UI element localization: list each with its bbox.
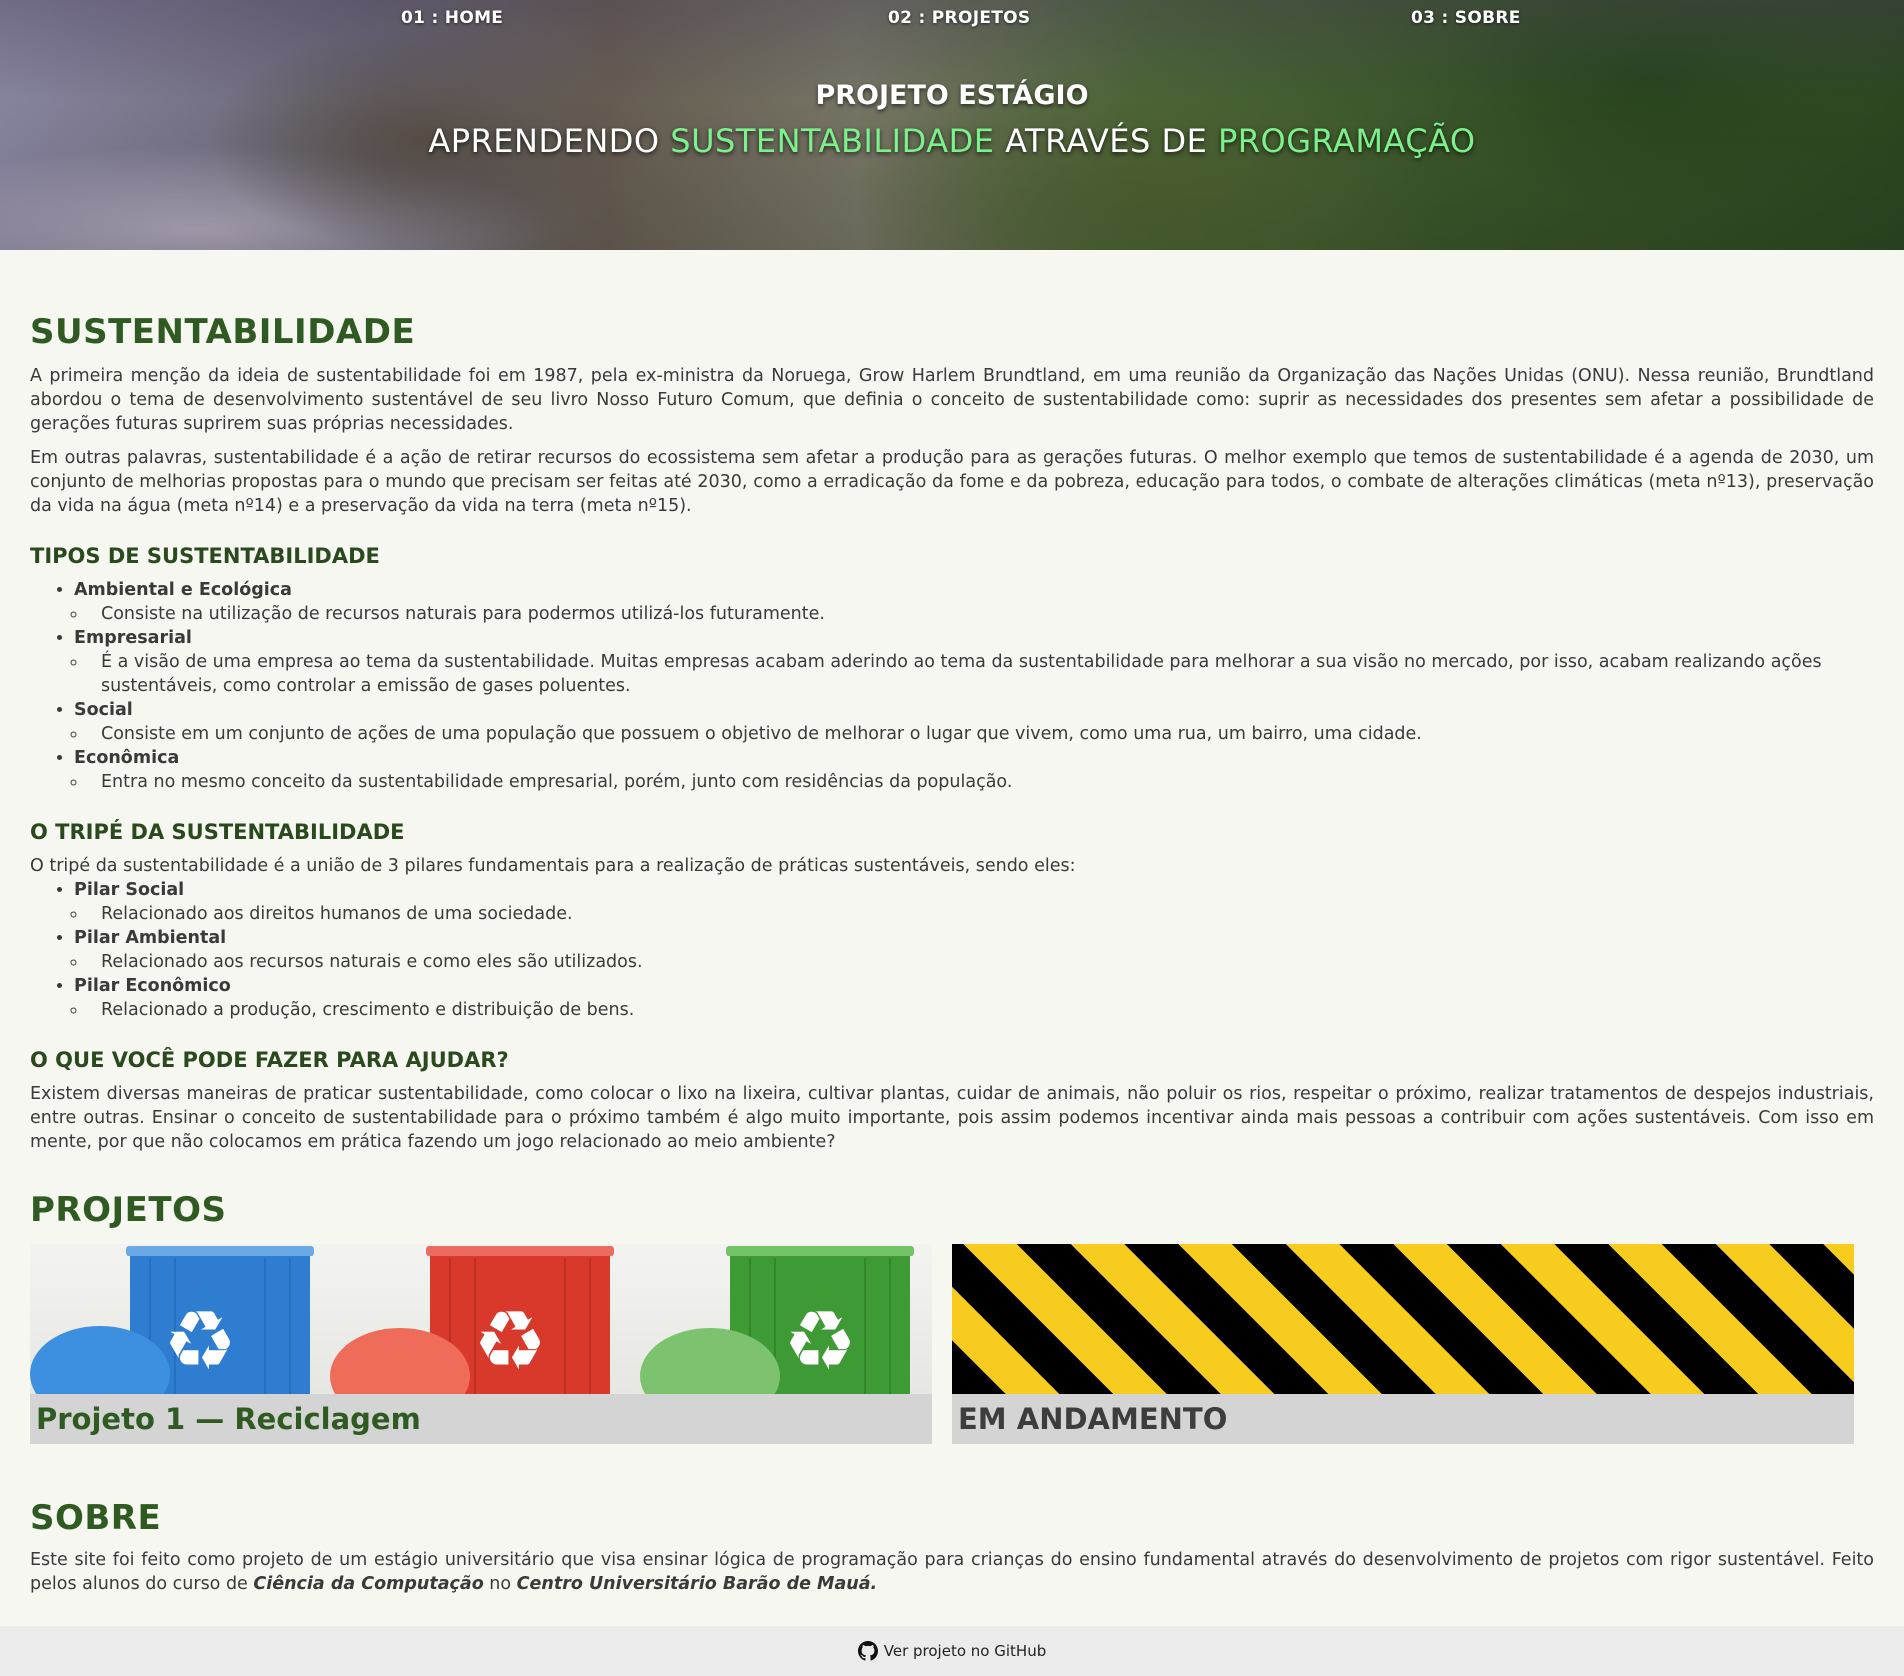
project-card-label[interactable]: Projeto 1 — Reciclagem [36, 1402, 421, 1436]
hero-subtitle: PROJETO ESTÁGIO [815, 80, 1089, 111]
subheading-tripe: O TRIPÉ DA SUSTENTABILIDADE [30, 820, 405, 844]
tipo-title: Empresarial [74, 628, 192, 648]
nav-link-projetos[interactable]: 02 : PROJETOS [888, 8, 1030, 28]
recycling-bins-illustration: ♻ ♻ ♻ [30, 1246, 914, 1394]
sobre-paragraph: Este site foi feito como projeto de um e… [30, 1548, 1874, 1596]
project-card-reciclagem[interactable]: ♻ ♻ ♻ Projeto 1 — Reciclagem [30, 1244, 932, 1444]
project-card-em-andamento: EM ANDAMENTO [952, 1244, 1854, 1444]
list-item: Social Consiste em um conjunto de ações … [74, 698, 1874, 746]
caution-stripes-image [952, 1244, 1854, 1394]
tipo-desc: Entra no mesmo conceito da sustentabilid… [87, 770, 1874, 794]
nav-link-home[interactable]: 01 : HOME [401, 8, 503, 28]
nav-link-sobre[interactable]: 03 : SOBRE [1411, 8, 1521, 28]
pilar-desc: Relacionado aos recursos naturais e como… [87, 950, 1874, 974]
svg-text:♻: ♻ [783, 1294, 857, 1389]
tripe-intro: O tripé da sustentabilidade é a união de… [30, 856, 1076, 876]
section-heading-sustentabilidade: SUSTENTABILIDADE [30, 312, 416, 352]
hero-title-part2: ATRAVÉS DE [994, 122, 1218, 160]
pilar-desc: Relacionado aos direitos humanos de uma … [87, 902, 1874, 926]
hero-title: APRENDENDO SUSTENTABILIDADE ATRAVÉS DE P… [0, 122, 1904, 160]
section-sustentabilidade: SUSTENTABILIDADE A primeira menção da id… [30, 312, 1874, 1154]
page-footer: Ver projeto no GitHub [0, 1626, 1904, 1676]
tipo-desc: Consiste em um conjunto de ações de uma … [87, 722, 1874, 746]
hero-banner: 01 : HOME 02 : PROJETOS 03 : SOBRE PROJE… [0, 0, 1904, 250]
pilar-title: Pilar Ambiental [74, 928, 227, 948]
tipo-title: Social [74, 700, 133, 720]
ajudar-paragraph: Existem diversas maneiras de praticar su… [30, 1084, 1874, 1152]
tripe-list: Pilar Social Relacionado aos direitos hu… [30, 878, 1874, 1022]
list-item: Empresarial É a visão de uma empresa ao … [74, 626, 1874, 698]
main-content: SUSTENTABILIDADE A primeira menção da id… [0, 312, 1904, 1596]
sobre-text-middle: no [483, 1574, 517, 1594]
tipo-desc: Consiste na utilização de recursos natur… [87, 602, 1874, 626]
project-card-label: EM ANDAMENTO [958, 1402, 1228, 1436]
github-link-label: Ver projeto no GitHub [883, 1642, 1047, 1660]
list-item: Pilar Social Relacionado aos direitos hu… [74, 878, 1874, 926]
section-projetos: PROJETOS ♻ ♻ ♻ Projeto 1 — Reciclagem EM… [30, 1190, 1874, 1444]
list-item: Econômica Entra no mesmo conceito da sus… [74, 746, 1874, 794]
list-item: Pilar Econômico Relacionado a produção, … [74, 974, 1874, 1022]
projects-grid: ♻ ♻ ♻ Projeto 1 — Reciclagem EM ANDAMENT… [30, 1244, 1874, 1444]
hero-title-highlight-sustentabilidade: SUSTENTABILIDADE [670, 122, 995, 160]
github-icon [857, 1641, 878, 1661]
pilar-title: Pilar Econômico [74, 976, 231, 996]
section-sobre: SOBRE Este site foi feito como projeto d… [30, 1498, 1874, 1596]
pilar-title: Pilar Social [74, 880, 185, 900]
svg-text:♻: ♻ [473, 1294, 547, 1389]
pilar-desc: Relacionado a produção, crescimento e di… [87, 998, 1874, 1022]
hero-title-highlight-programacao: PROGRAMAÇÃO [1217, 122, 1476, 160]
subheading-ajudar: O QUE VOCÊ PODE FAZER PARA AJUDAR? [30, 1048, 509, 1072]
sobre-course: Ciência da Computação [253, 1574, 484, 1594]
section-heading-sobre: SOBRE [30, 1498, 162, 1538]
subheading-tipos: TIPOS DE SUSTENTABILIDADE [30, 544, 380, 568]
sustentabilidade-paragraph-1: A primeira menção da ideia de sustentabi… [30, 366, 1874, 434]
section-heading-projetos: PROJETOS [30, 1190, 227, 1230]
github-link[interactable]: Ver projeto no GitHub [857, 1641, 1047, 1661]
sobre-institution: Centro Universitário Barão de Mauá. [516, 1574, 878, 1594]
hero-title-part1: APRENDENDO [428, 122, 671, 160]
tipos-list: Ambiental e Ecológica Consiste na utiliz… [30, 578, 1874, 794]
svg-text:♻: ♻ [163, 1294, 237, 1389]
sustentabilidade-paragraph-2: Em outras palavras, sustentabilidade é a… [30, 448, 1874, 516]
list-item: Ambiental e Ecológica Consiste na utiliz… [74, 578, 1874, 626]
tipo-desc: É a visão de uma empresa ao tema da sust… [87, 650, 1874, 698]
tipo-title: Econômica [74, 748, 180, 768]
top-nav: 01 : HOME 02 : PROJETOS 03 : SOBRE [0, 8, 1904, 32]
list-item: Pilar Ambiental Relacionado aos recursos… [74, 926, 1874, 974]
tipo-title: Ambiental e Ecológica [74, 580, 292, 600]
recycling-bins-image: ♻ ♻ ♻ [30, 1244, 932, 1394]
